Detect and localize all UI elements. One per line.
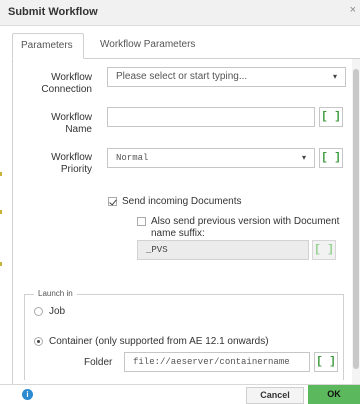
- workflow-name-input[interactable]: [107, 107, 315, 127]
- info-icon[interactable]: i: [22, 389, 33, 400]
- cancel-button[interactable]: Cancel: [246, 387, 304, 404]
- folder-input[interactable]: file://aeserver/containername: [124, 352, 310, 372]
- tab-bar: Parameters Workflow Parameters: [12, 33, 360, 59]
- job-radio[interactable]: [34, 307, 43, 316]
- send-documents-label: Send incoming Documents: [122, 196, 242, 207]
- workflow-name-label-line2: Name: [65, 124, 92, 135]
- workflow-priority-variable-button[interactable]: [ ]: [319, 148, 343, 168]
- dialog-footer: i Cancel OK: [0, 384, 360, 404]
- previous-version-label-line2: name suffix:: [151, 228, 205, 239]
- workflow-priority-value: Normal: [116, 153, 149, 163]
- folder-variable-button[interactable]: [ ]: [314, 352, 338, 372]
- workflow-name-label: Workflow Name: [10, 112, 92, 136]
- dialog-title: Submit Workflow: [8, 6, 98, 18]
- ok-button[interactable]: OK: [308, 385, 360, 404]
- chevron-down-icon: ▾: [301, 153, 306, 162]
- background-edge-mark: [0, 172, 2, 176]
- title-bar: Submit Workflow ×: [0, 0, 360, 26]
- folder-label: Folder: [84, 357, 113, 368]
- job-radio-label: Job: [49, 306, 66, 317]
- workflow-name-variable-button[interactable]: [ ]: [319, 107, 343, 127]
- workflow-connection-select[interactable]: Please select or start typing... ▾: [107, 67, 346, 87]
- workflow-connection-label-line2: Connection: [41, 84, 92, 95]
- tab-parameters[interactable]: Parameters: [12, 33, 84, 59]
- container-radio[interactable]: [34, 337, 43, 346]
- workflow-name-label-line1: Workflow: [51, 112, 92, 123]
- workflow-connection-label-line1: Workflow: [51, 72, 92, 83]
- workflow-connection-label: Workflow Connection: [10, 72, 92, 96]
- close-icon[interactable]: ×: [350, 4, 356, 16]
- previous-version-label-line1: Also send previous version with Document: [151, 216, 340, 227]
- background-edge-mark: [0, 210, 2, 214]
- name-suffix-input[interactable]: _PVS: [137, 240, 309, 260]
- workflow-connection-placeholder: Please select or start typing...: [116, 71, 248, 82]
- workflow-priority-label-line1: Workflow: [51, 152, 92, 163]
- workflow-priority-select[interactable]: Normal ▾: [107, 148, 315, 168]
- background-edge-mark: [0, 262, 2, 266]
- workflow-priority-label-line2: Priority: [60, 164, 92, 175]
- chevron-down-icon: ▾: [332, 72, 337, 81]
- container-radio-label: Container (only supported from AE 12.1 o…: [49, 336, 269, 347]
- panel-scrollbar[interactable]: [352, 59, 360, 384]
- submit-workflow-dialog: Submit Workflow × Parameters Workflow Pa…: [0, 0, 360, 404]
- previous-version-checkbox[interactable]: [137, 217, 146, 226]
- name-suffix-variable-button[interactable]: [ ]: [312, 240, 336, 260]
- tab-workflow-parameters[interactable]: Workflow Parameters: [92, 33, 203, 59]
- scrollbar-thumb[interactable]: [353, 69, 359, 369]
- launch-in-legend: Launch in: [34, 289, 77, 298]
- send-documents-checkbox[interactable]: [108, 197, 117, 206]
- workflow-priority-label: Workflow Priority: [10, 152, 92, 176]
- previous-version-label: Also send previous version with Document…: [151, 216, 351, 240]
